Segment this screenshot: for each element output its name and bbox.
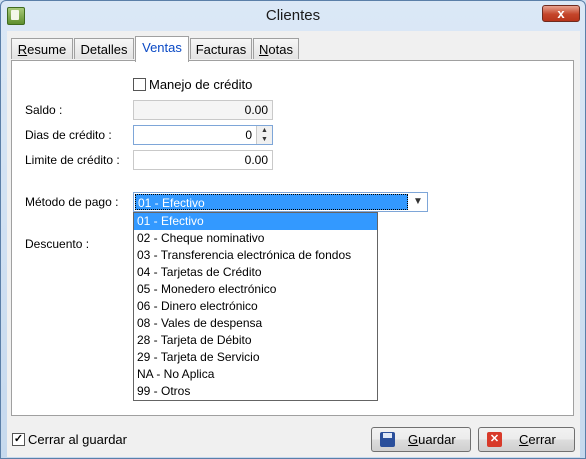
metodo-pago-dropdown: 01 - Efectivo 02 - Cheque nominativo 03 …	[133, 212, 378, 401]
dias-credito-value: 0	[245, 128, 252, 142]
dropdown-option[interactable]: 29 - Tarjeta de Servicio	[134, 349, 377, 366]
dropdown-option[interactable]: 99 - Otros	[134, 383, 377, 400]
saldo-label: Saldo :	[25, 103, 63, 117]
dias-credito-label: Dias de crédito :	[25, 128, 112, 142]
dropdown-option[interactable]: 28 - Tarjeta de Débito	[134, 332, 377, 349]
limite-credito-field[interactable]: 0.00	[133, 150, 273, 170]
tab-resume-hotkey: R	[17, 42, 28, 57]
dropdown-option[interactable]: 05 - Monedero electrónico	[134, 281, 377, 298]
metodo-pago-selected: 01 - Efectivo	[135, 194, 408, 210]
guardar-label: uardar	[418, 432, 456, 447]
tab-facturas[interactable]: Facturas	[190, 38, 252, 59]
manejo-credito-label[interactable]: Manejo de crédito	[149, 77, 252, 92]
stepper-buttons[interactable]: ▲ ▼	[256, 126, 272, 144]
tab-notas-label: otas	[268, 42, 293, 57]
dropdown-option[interactable]: 03 - Transferencia electrónica de fondos	[134, 247, 377, 264]
tab-facturas-label: Facturas	[195, 42, 247, 57]
spin-down-icon[interactable]: ▼	[257, 135, 272, 144]
metodo-pago-select[interactable]: 01 - Efectivo ▼	[133, 192, 428, 212]
tab-detalles[interactable]: Detalles	[74, 38, 134, 59]
red-x-icon: ✕	[487, 432, 502, 447]
floppy-disk-icon	[380, 432, 395, 447]
dialog-body: Resume Detalles Ventas Facturas Notas Ma…	[7, 31, 580, 457]
tab-resume[interactable]: Resume	[11, 38, 73, 59]
tab-detalles-label: Detalles	[80, 42, 128, 57]
cerrar-al-guardar-label[interactable]: Cerrar al guardar	[28, 432, 127, 447]
dias-credito-stepper[interactable]: 0 ▲ ▼	[133, 125, 273, 145]
tab-notas[interactable]: Notas	[253, 38, 299, 59]
tab-notas-hotkey: N	[259, 42, 269, 57]
guardar-hotkey: G	[408, 432, 419, 447]
tab-ventas-label: Ventas	[142, 40, 182, 55]
dropdown-option[interactable]: 08 - Vales de despensa	[134, 315, 377, 332]
cerrar-button[interactable]: ✕ Cerrar	[478, 427, 575, 452]
dropdown-option[interactable]: NA - No Aplica	[134, 366, 377, 383]
close-button[interactable]: x	[542, 5, 580, 22]
title-bar[interactable]: Clientes x	[1, 1, 585, 31]
dropdown-option[interactable]: 02 - Cheque nominativo	[134, 230, 377, 247]
saldo-field[interactable]: 0.00	[133, 100, 273, 120]
descuento-label: Descuento :	[25, 237, 90, 251]
close-icon: x	[557, 6, 565, 21]
window-title: Clientes	[265, 7, 321, 24]
tab-resume-label: esume	[27, 42, 67, 57]
cerrar-label: errar	[528, 432, 556, 447]
manejo-credito-checkbox[interactable]	[133, 78, 146, 91]
limite-credito-label: Limite de crédito :	[25, 153, 120, 167]
clientes-window: Clientes x Resume Detalles Ventas Factur…	[0, 0, 586, 459]
dropdown-option[interactable]: 01 - Efectivo	[134, 213, 377, 230]
tab-ventas[interactable]: Ventas	[135, 36, 189, 62]
guardar-button[interactable]: Guardar	[371, 427, 471, 452]
dropdown-option[interactable]: 06 - Dinero electrónico	[134, 298, 377, 315]
metodo-pago-label: Método de pago :	[25, 195, 119, 209]
spin-up-icon[interactable]: ▲	[257, 126, 272, 135]
chevron-down-icon[interactable]: ▼	[409, 193, 427, 211]
dropdown-option[interactable]: 04 - Tarjetas de Crédito	[134, 264, 377, 281]
ventas-panel: Manejo de crédito Saldo : 0.00 Dias de c…	[11, 60, 574, 416]
cerrar-al-guardar-checkbox[interactable]: ✓	[12, 433, 25, 446]
cerrar-hotkey: C	[519, 432, 529, 447]
